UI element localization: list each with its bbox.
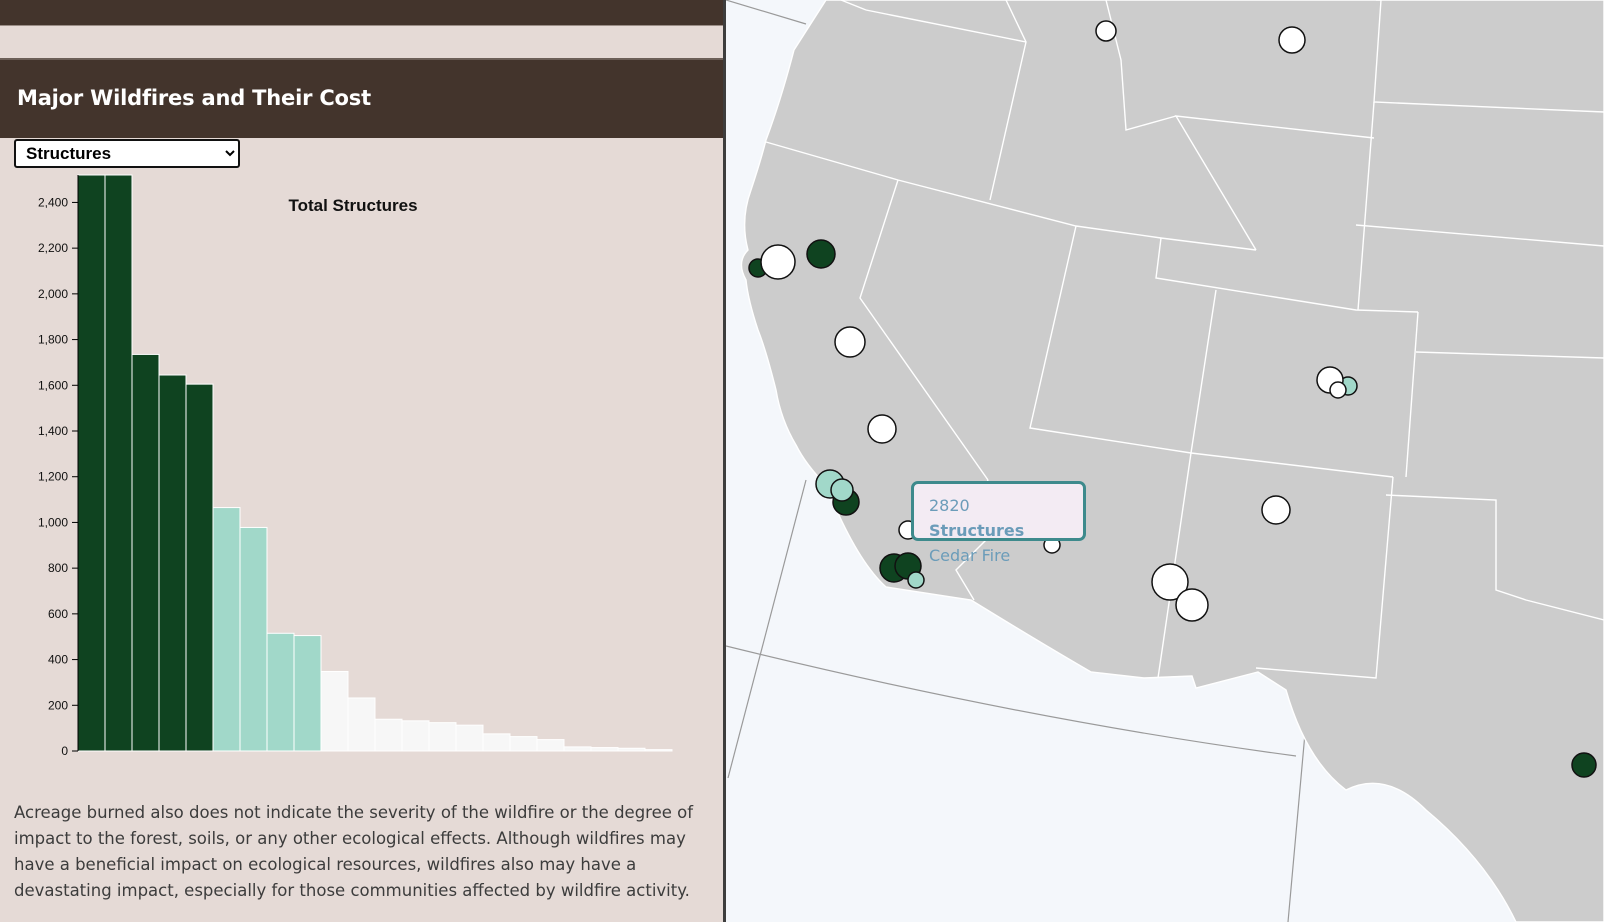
bars-group bbox=[77, 174, 673, 752]
bar[interactable] bbox=[131, 353, 160, 752]
bar[interactable] bbox=[482, 733, 511, 752]
metric-dropdown[interactable]: Structures bbox=[14, 139, 240, 168]
graticule-line bbox=[726, 0, 807, 25]
y-tick-label: 0 bbox=[61, 744, 68, 758]
bar[interactable] bbox=[293, 635, 322, 752]
section-header: Major Wildfires and Their Cost bbox=[0, 58, 725, 138]
bar[interactable] bbox=[590, 747, 619, 752]
y-tick-label: 1,000 bbox=[38, 515, 68, 529]
bar[interactable] bbox=[266, 632, 295, 752]
y-tick-label: 1,800 bbox=[38, 333, 68, 347]
bar[interactable] bbox=[347, 697, 376, 752]
bar[interactable] bbox=[77, 174, 106, 752]
y-tick-label: 800 bbox=[48, 561, 68, 575]
bar[interactable] bbox=[239, 526, 268, 752]
bar[interactable] bbox=[509, 736, 538, 752]
y-tick-label: 200 bbox=[48, 698, 68, 712]
map-panel[interactable] bbox=[726, 0, 1604, 922]
fire-marker[interactable] bbox=[806, 239, 836, 269]
fire-marker[interactable] bbox=[1571, 752, 1597, 778]
bar[interactable] bbox=[536, 739, 565, 752]
section-title: Major Wildfires and Their Cost bbox=[17, 86, 371, 110]
y-tick-label: 2,000 bbox=[38, 287, 68, 301]
y-tick-label: 1,600 bbox=[38, 378, 68, 392]
fire-marker[interactable] bbox=[1095, 20, 1117, 42]
y-tick-label: 2,200 bbox=[38, 241, 68, 255]
bar[interactable] bbox=[374, 718, 403, 752]
tooltip-value: 2820 bbox=[929, 496, 970, 515]
chart-title: Total Structures bbox=[288, 196, 417, 215]
fire-marker[interactable] bbox=[1175, 588, 1209, 622]
fire-marker[interactable] bbox=[867, 414, 897, 444]
fire-marker[interactable] bbox=[760, 244, 796, 280]
bar[interactable] bbox=[428, 722, 457, 752]
bar[interactable] bbox=[644, 749, 673, 752]
fire-marker[interactable] bbox=[1278, 26, 1306, 54]
bar[interactable] bbox=[401, 720, 430, 752]
map-tooltip: 2820 Structures Cedar Fire bbox=[911, 481, 1086, 565]
graticule-line bbox=[1287, 721, 1307, 922]
bar[interactable] bbox=[212, 507, 241, 752]
bar[interactable] bbox=[617, 747, 646, 752]
y-tick-label: 400 bbox=[48, 653, 68, 667]
bar[interactable] bbox=[320, 670, 349, 752]
tooltip-metric: Structures bbox=[929, 521, 1025, 540]
graticule-line bbox=[727, 479, 807, 779]
top-bar bbox=[0, 0, 725, 25]
bar[interactable] bbox=[158, 374, 187, 752]
us-landmass bbox=[740, 0, 1604, 922]
fire-marker[interactable] bbox=[1329, 381, 1347, 399]
bar[interactable] bbox=[563, 746, 592, 752]
fire-marker[interactable] bbox=[830, 478, 854, 502]
tooltip-value-row: 2820 Structures bbox=[929, 493, 1083, 543]
bar[interactable] bbox=[185, 383, 214, 752]
fire-marker[interactable] bbox=[1261, 495, 1291, 525]
tooltip-fire-name: Cedar Fire bbox=[929, 546, 1011, 565]
y-tick-label: 600 bbox=[48, 607, 68, 621]
map-svg[interactable] bbox=[726, 0, 1604, 922]
structures-bar-chart: 0 200 400 600 800 1,000 1,200 1,400 1,600 1,800 2,… bbox=[38, 174, 673, 758]
bar[interactable] bbox=[104, 174, 133, 752]
fire-marker[interactable] bbox=[834, 326, 866, 358]
y-tick-label: 1,200 bbox=[38, 470, 68, 484]
left-panel: Major Wildfires and Their Cost Structure… bbox=[0, 0, 725, 922]
y-axis: 0 200 400 600 800 1,000 1,200 1,400 1,600 1,800 2,… bbox=[38, 175, 79, 758]
y-tick-label: 1,400 bbox=[38, 424, 68, 438]
bar[interactable] bbox=[455, 724, 484, 752]
description-paragraph: Acreage burned also does not indicate th… bbox=[14, 803, 694, 900]
top-bar-divider bbox=[0, 25, 725, 26]
y-tick-label: 2,400 bbox=[38, 195, 68, 209]
fire-marker[interactable] bbox=[907, 571, 925, 589]
